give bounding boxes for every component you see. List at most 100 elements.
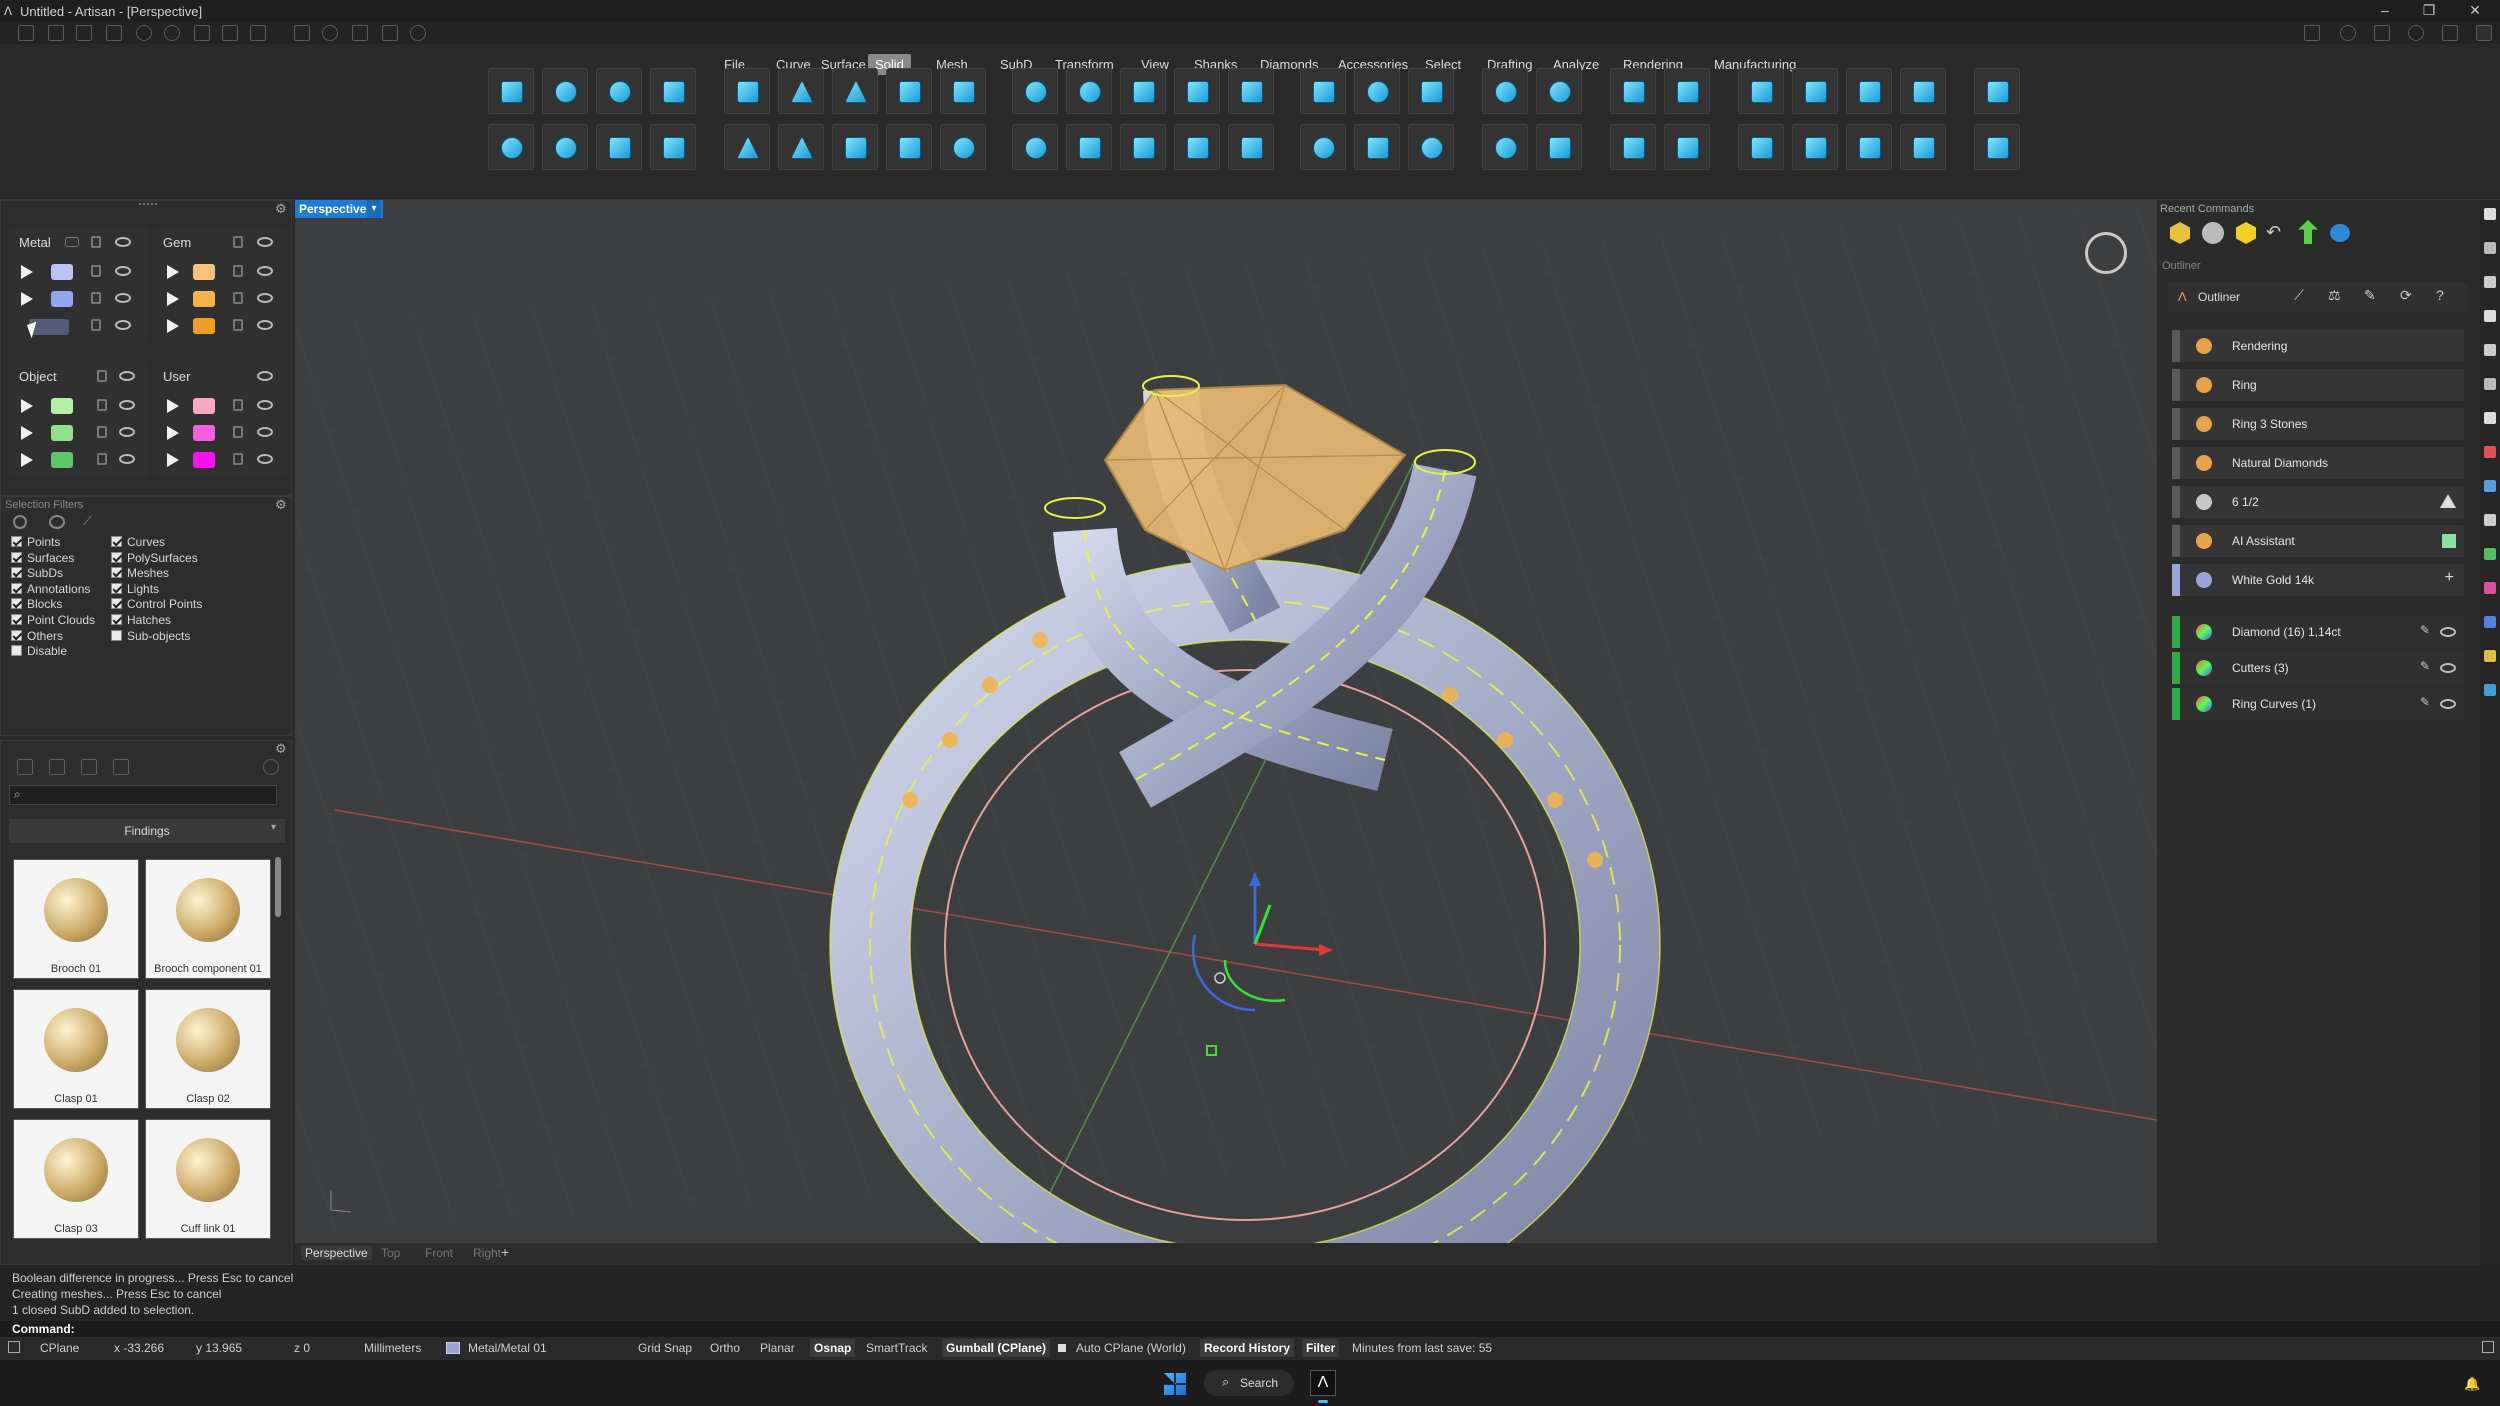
tool-button-r1-23[interactable] — [1792, 68, 1838, 114]
filter-checkbox[interactable] — [11, 551, 22, 563]
outliner-object[interactable]: Cutters (3) ✎ — [2172, 652, 2464, 684]
layer-color-swatch[interactable] — [193, 318, 215, 334]
recent-cmd-undo-icon[interactable]: ↶ — [2266, 222, 2281, 243]
outliner-object[interactable]: Diamond (16) 1,14ct ✎ — [2172, 616, 2464, 648]
tool-button-r1-7[interactable] — [832, 68, 878, 114]
visibility-icon[interactable] — [257, 320, 273, 330]
library-item[interactable]: Clasp 02 — [145, 989, 271, 1109]
side-tool-icon[interactable] — [2484, 310, 2496, 322]
history-icon[interactable] — [263, 759, 279, 775]
viewport-tab-perspective[interactable]: Perspective — [301, 1246, 372, 1260]
status-layout-icon[interactable] — [2482, 1341, 2494, 1353]
tool-button-r2-7[interactable] — [832, 124, 878, 170]
filter-subds[interactable]: SubDs — [11, 566, 63, 580]
tool-button-r1-24[interactable] — [1846, 68, 1892, 114]
undo-icon[interactable] — [136, 25, 152, 41]
side-tool-icon[interactable] — [2484, 276, 2496, 288]
outliner-item[interactable]: White Gold 14k + — [2172, 564, 2464, 596]
tool-button-r2-19[interactable] — [1536, 124, 1582, 170]
viewport-tab-right[interactable]: Right — [469, 1246, 505, 1260]
gear-icon[interactable]: ⚙ — [275, 201, 287, 217]
filter-polysurfaces[interactable]: PolySurfaces — [111, 551, 198, 565]
account-icon[interactable] — [2374, 25, 2390, 41]
outliner-object[interactable]: Ring Curves (1) ✎ — [2172, 688, 2464, 720]
visibility-icon[interactable] — [115, 266, 131, 276]
filter-points[interactable]: Points — [11, 535, 60, 549]
outliner-item[interactable]: Natural Diamonds — [2172, 447, 2464, 479]
windows-start-icon[interactable] — [1164, 1373, 1186, 1395]
outliner-item[interactable]: Ring — [2172, 369, 2464, 401]
tool-button-r2-22[interactable] — [1738, 124, 1784, 170]
library-item[interactable]: Brooch component 01 — [145, 859, 271, 979]
tool-button-r1-17[interactable] — [1408, 68, 1454, 114]
tool-button-r2-20[interactable] — [1610, 124, 1656, 170]
layer-color-swatch[interactable] — [193, 425, 215, 441]
grid-view-icon[interactable] — [113, 759, 129, 775]
taskbar-search-button[interactable]: ⌕ Search — [1204, 1370, 1294, 1396]
gear-icon[interactable]: ⚙ — [275, 741, 287, 757]
filter-checkbox[interactable] — [111, 629, 122, 641]
outliner-item[interactable]: 6 1/2 — [2172, 486, 2464, 518]
notification-bell-icon[interactable]: 🔔 — [2464, 1376, 2480, 1392]
viewport-tab-top[interactable]: Top — [377, 1246, 404, 1260]
status-panel-icon[interactable] — [8, 1341, 20, 1353]
tool-button-r2-16[interactable] — [1354, 124, 1400, 170]
recent-cmd-ring-icon[interactable] — [2202, 222, 2224, 244]
lock-icon[interactable] — [91, 292, 101, 304]
tool-c-icon[interactable] — [352, 25, 368, 41]
filter-checkbox[interactable] — [111, 614, 122, 625]
tool-button-r1-26[interactable] — [1974, 68, 2020, 114]
tool-button-r1-6[interactable] — [778, 68, 824, 114]
command-line-input[interactable]: Command: — [0, 1321, 2500, 1337]
ring-size-icon[interactable] — [2440, 494, 2456, 508]
filter-checkbox[interactable] — [111, 567, 122, 579]
filter-checkbox[interactable] — [11, 645, 22, 657]
layer-color-swatch[interactable] — [193, 264, 215, 280]
side-tool-icon[interactable] — [2484, 650, 2496, 662]
edit-icon[interactable]: ✎ — [2364, 287, 2376, 304]
visibility-icon[interactable] — [257, 237, 273, 247]
visibility-icon[interactable] — [115, 237, 131, 247]
tool-button-r2-8[interactable] — [886, 124, 932, 170]
visibility-icon[interactable] — [257, 427, 273, 437]
tool-button-r1-15[interactable] — [1300, 68, 1346, 114]
layer-play-button[interactable] — [167, 426, 179, 440]
layer-play-button[interactable] — [21, 292, 33, 306]
tool-button-r2-1[interactable] — [488, 124, 534, 170]
layer-play-button[interactable] — [21, 453, 33, 467]
artisan-taskbar-icon[interactable]: Λ — [1310, 1370, 1336, 1396]
library-category-dropdown[interactable]: Findings ▾ — [9, 819, 285, 843]
filter-control-points[interactable]: Control Points — [111, 597, 202, 611]
library-scrollbar[interactable] — [275, 857, 281, 917]
lock-icon[interactable] — [233, 399, 243, 411]
edit-icon[interactable]: ✎ — [2420, 695, 2430, 709]
visibility-icon[interactable] — [115, 320, 131, 330]
link-icon[interactable] — [2442, 25, 2458, 41]
edit-icon[interactable]: ✎ — [2420, 659, 2430, 673]
side-tool-icon[interactable] — [2484, 684, 2496, 696]
grid-snap-toggle[interactable]: Grid Snap — [638, 1341, 692, 1355]
filter-mode-icon[interactable] — [13, 515, 27, 529]
library-item[interactable]: Clasp 03 — [13, 1119, 139, 1239]
side-tool-icon[interactable] — [2484, 514, 2496, 526]
settings-a-icon[interactable] — [2304, 25, 2320, 41]
visibility-icon[interactable] — [2440, 663, 2456, 673]
lock-icon[interactable] — [233, 292, 243, 304]
tool-button-r1-1[interactable] — [488, 68, 534, 114]
side-tool-icon[interactable] — [2484, 446, 2496, 458]
filter-checkbox[interactable] — [11, 582, 22, 594]
tool-d-icon[interactable] — [382, 25, 398, 41]
lock-icon[interactable] — [91, 265, 101, 277]
layer-color-swatch[interactable] — [51, 398, 73, 414]
tool-button-r2-10[interactable] — [1012, 124, 1058, 170]
tool-b-icon[interactable] — [322, 25, 338, 41]
current-layer[interactable]: Metal/Metal 01 — [468, 1341, 547, 1355]
visibility-icon[interactable] — [257, 293, 273, 303]
filter-others[interactable]: Others — [11, 629, 63, 643]
side-tool-icon[interactable] — [2484, 480, 2496, 492]
filter-checkbox[interactable] — [11, 614, 22, 625]
tool-a-icon[interactable] — [294, 25, 310, 41]
filter-disable[interactable]: Disable — [11, 644, 67, 658]
layer-play-button[interactable] — [21, 399, 33, 413]
redo-icon[interactable] — [164, 25, 180, 41]
